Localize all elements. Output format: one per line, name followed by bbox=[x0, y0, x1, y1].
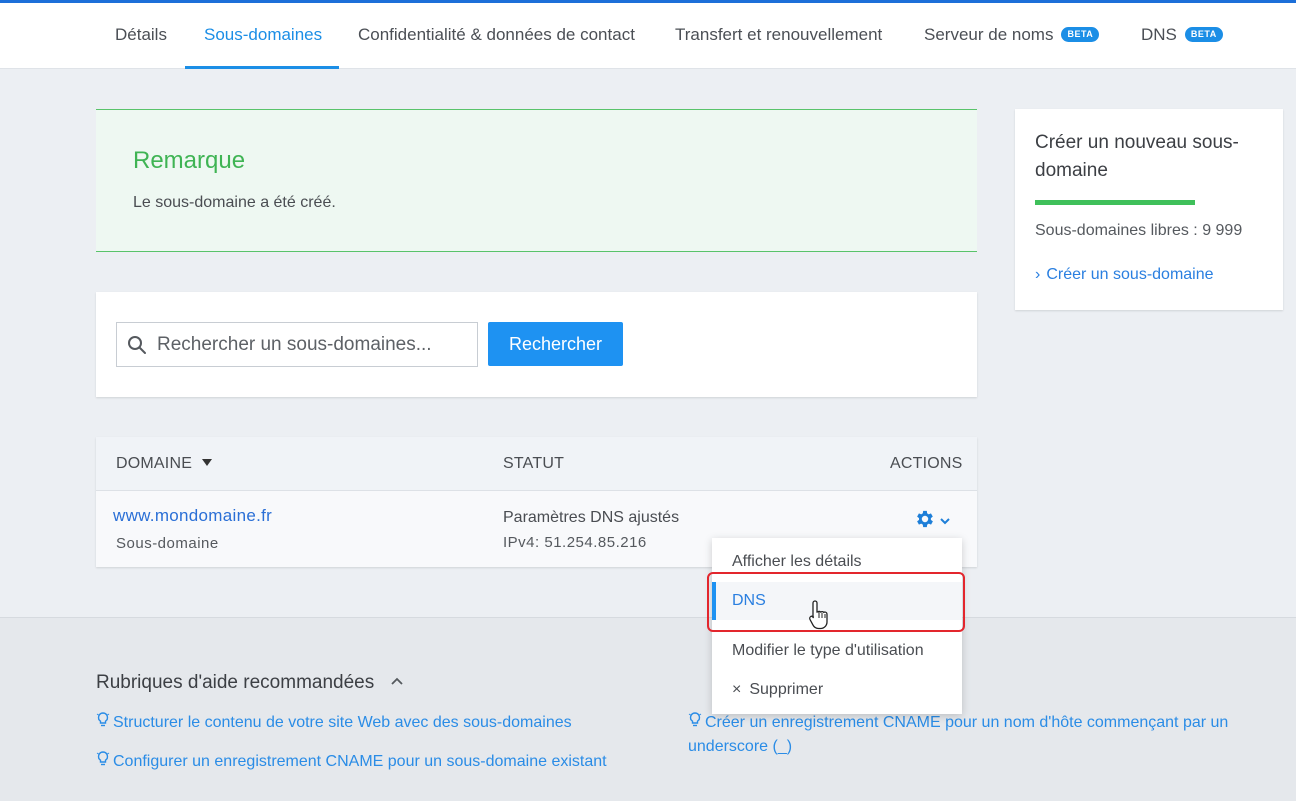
search-input[interactable] bbox=[157, 323, 472, 366]
column-domain[interactable]: DOMAINE bbox=[116, 455, 213, 473]
card-title: Créer un nouveau sous-domaine bbox=[1035, 132, 1239, 181]
tab-details[interactable]: Détails bbox=[115, 3, 167, 69]
tab-label: DNS bbox=[1141, 25, 1177, 44]
table-header: DOMAINE STATUT ACTIONS bbox=[96, 437, 977, 491]
actions-menu-button[interactable] bbox=[914, 508, 954, 532]
help-title-label: Rubriques d'aide recommandées bbox=[96, 672, 375, 693]
tab-dns[interactable]: DNS BETA bbox=[1141, 3, 1223, 69]
create-subdomain-card: Créer un nouveau sous-domaine Sous-domai… bbox=[1015, 109, 1283, 310]
help-link[interactable]: Créer un enregistrement CNAME pour un no… bbox=[688, 711, 1268, 759]
column-actions: ACTIONS bbox=[890, 455, 963, 472]
tab-label: Transfert et renouvellement bbox=[675, 25, 883, 44]
lightbulb-icon bbox=[688, 712, 702, 727]
beta-badge: BETA bbox=[1061, 27, 1100, 42]
free-subdomains-count: Sous-domaines libres : 9 999 bbox=[1035, 222, 1243, 239]
domain-type: Sous-domaine bbox=[116, 535, 219, 552]
gear-icon bbox=[917, 510, 933, 528]
search-button[interactable]: Rechercher bbox=[488, 322, 623, 366]
success-notice: Remarque Le sous-domaine a été créé. bbox=[96, 109, 977, 252]
column-status: STATUT bbox=[503, 455, 565, 472]
help-link-label: Configurer un enregistrement CNAME pour … bbox=[113, 753, 607, 770]
help-link-label: Structurer le contenu de votre site Web … bbox=[113, 714, 572, 731]
status-text: Paramètres DNS ajustés bbox=[503, 509, 680, 526]
menu-item-label: Supprimer bbox=[749, 681, 824, 698]
close-icon: × bbox=[732, 681, 742, 698]
help-link[interactable]: Configurer un enregistrement CNAME pour … bbox=[96, 750, 676, 774]
search-card: Rechercher bbox=[96, 292, 977, 397]
tab-subdomains[interactable]: Sous-domaines bbox=[204, 3, 322, 69]
column-domain-label: DOMAINE bbox=[116, 455, 193, 472]
active-tab-indicator bbox=[185, 66, 339, 69]
link-label: Créer un sous-domaine bbox=[1046, 266, 1214, 283]
help-title[interactable]: Rubriques d'aide recommandées bbox=[96, 672, 404, 694]
tab-label: Détails bbox=[115, 25, 167, 44]
domain-link[interactable]: www.mondomaine.fr bbox=[113, 506, 272, 526]
menu-item-dns[interactable]: DNS bbox=[712, 582, 962, 620]
tab-bar: Détails Sous-domaines Confidentialité & … bbox=[0, 3, 1296, 69]
tab-label: Confidentialité & données de contact bbox=[358, 25, 635, 44]
chevron-up-icon bbox=[390, 677, 403, 685]
menu-item-show-details[interactable]: Afficher les détails bbox=[712, 543, 962, 581]
beta-badge: BETA bbox=[1184, 27, 1223, 42]
sort-caret-icon bbox=[202, 459, 213, 466]
notice-title: Remarque bbox=[133, 147, 246, 174]
actions-dropdown: Afficher les détails DNS Modifier le typ… bbox=[712, 538, 962, 714]
create-subdomain-link[interactable]: › Créer un sous-domaine bbox=[1035, 266, 1214, 284]
help-section: Rubriques d'aide recommandées Structurer… bbox=[0, 617, 1296, 801]
tab-privacy[interactable]: Confidentialité & données de contact bbox=[358, 3, 635, 69]
lightbulb-icon bbox=[96, 712, 110, 727]
help-link-label: Créer un enregistrement CNAME pour un no… bbox=[688, 714, 1229, 755]
ipv4-text: IPv4: 51.254.85.216 bbox=[503, 534, 647, 551]
tab-label: Sous-domaines bbox=[204, 25, 323, 44]
menu-item-change-usage-type[interactable]: Modifier le type d'utilisation bbox=[712, 632, 962, 670]
lightbulb-icon bbox=[96, 751, 110, 766]
chevron-down-icon bbox=[940, 518, 950, 525]
search-icon bbox=[128, 336, 146, 354]
help-link[interactable]: Structurer le contenu de votre site Web … bbox=[96, 711, 656, 735]
tab-nameservers[interactable]: Serveur de noms BETA bbox=[924, 3, 1100, 69]
chevron-right-icon: › bbox=[1035, 266, 1041, 283]
tab-label: Serveur de noms bbox=[924, 25, 1054, 44]
menu-item-delete[interactable]: × Supprimer bbox=[712, 671, 962, 709]
quota-bar bbox=[1035, 200, 1195, 205]
notice-text: Le sous-domaine a été créé. bbox=[133, 194, 336, 211]
search-box[interactable] bbox=[116, 322, 478, 367]
tab-transfer[interactable]: Transfert et renouvellement bbox=[675, 3, 882, 69]
